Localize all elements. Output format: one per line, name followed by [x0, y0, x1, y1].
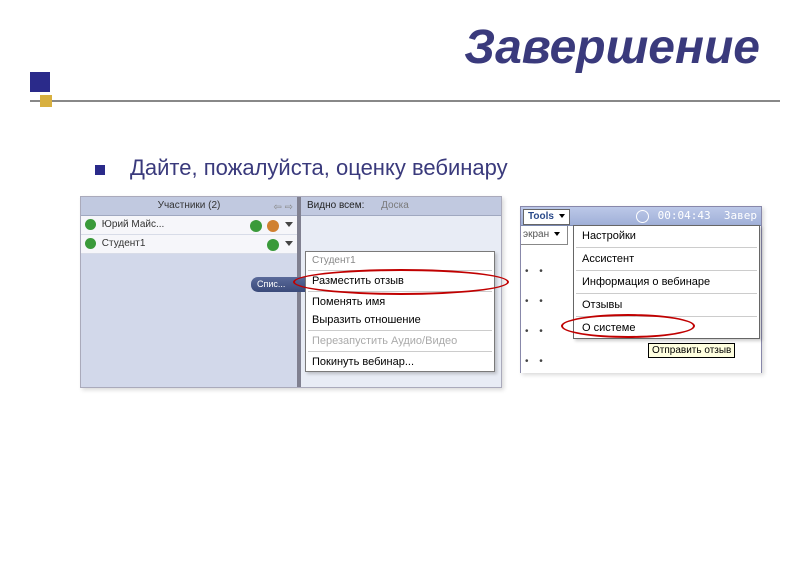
divider-line — [30, 100, 780, 102]
decor-dots: • • — [525, 326, 547, 337]
decor-dots: • • — [525, 356, 547, 367]
tools-item-assistant[interactable]: Ассистент — [574, 249, 759, 269]
menu-separator — [308, 291, 492, 292]
slide-title: Завершение — [464, 20, 760, 75]
status-online-icon — [85, 238, 96, 249]
cam-icon[interactable] — [267, 220, 279, 232]
decor-square-blue — [30, 72, 50, 92]
tools-item-settings[interactable]: Настройки — [574, 226, 759, 246]
mic-icon[interactable] — [250, 220, 262, 232]
list-button[interactable]: Спис... — [251, 277, 313, 292]
screenshot-tools-menu: Tools 00:04:43 Завер экран Настройки Асс… — [520, 206, 762, 373]
decor-dots: • • — [525, 266, 547, 277]
tools-item-about[interactable]: О системе — [574, 318, 759, 338]
row-menu-icon[interactable] — [285, 222, 293, 227]
ctx-item-leave[interactable]: Покинуть вебинар... — [306, 353, 494, 371]
menu-separator — [576, 293, 757, 294]
participant-row[interactable]: Юрий Майс... — [81, 216, 297, 235]
chevron-down-icon — [554, 232, 560, 236]
visible-to-label: Видно всем: — [307, 200, 364, 211]
menu-separator — [576, 316, 757, 317]
tools-dropdown-button[interactable]: Tools — [523, 209, 570, 225]
ctx-item-restart-av: Перезапустить Аудио/Видео — [306, 332, 494, 350]
arrow-right-icon[interactable]: ⇨ — [285, 202, 293, 213]
tools-body: экран Настройки Ассистент Информация о в… — [521, 226, 761, 373]
row-menu-icon[interactable] — [285, 241, 293, 246]
tools-item-webinar-info[interactable]: Информация о вебинаре — [574, 272, 759, 292]
participant-name: Юрий Майс... — [102, 219, 165, 230]
visible-to-value: Доска — [381, 200, 409, 211]
menu-separator — [576, 247, 757, 248]
ctx-item-attitude[interactable]: Выразить отношение — [306, 311, 494, 329]
participants-title: Участники (2) — [158, 200, 221, 211]
screen-label: экран — [523, 229, 549, 240]
screenshot-participants-panel: Участники (2) ⇦ ⇨ Юрий Майс... Студент1 — [80, 196, 502, 388]
clock-icon — [636, 210, 649, 223]
menu-separator — [308, 351, 492, 352]
mic-icon[interactable] — [267, 239, 279, 251]
decor-dots: • • — [525, 296, 547, 307]
menu-separator — [576, 270, 757, 271]
timer-suffix: Завер — [724, 209, 757, 222]
ctx-item-review[interactable]: Разместить отзыв — [306, 272, 494, 290]
nav-arrows[interactable]: ⇦ ⇨ — [273, 199, 293, 217]
bullet-icon — [95, 165, 105, 175]
timer-area: 00:04:43 Завер — [636, 207, 757, 225]
content-header: Видно всем: Доска — [301, 197, 501, 216]
arrow-left-icon[interactable]: ⇦ — [273, 202, 281, 213]
ctx-item-rename[interactable]: Поменять имя — [306, 293, 494, 311]
toolbar: Tools 00:04:43 Завер — [521, 207, 761, 226]
participant-context-menu: Студент1 Разместить отзыв Поменять имя В… — [305, 251, 495, 372]
participant-name: Студент1 — [102, 238, 146, 249]
screen-dropdown[interactable]: экран — [521, 226, 568, 245]
tools-item-reviews[interactable]: Отзывы — [574, 295, 759, 315]
menu-separator — [308, 270, 492, 271]
tooltip-send-review: Отправить отзыв — [648, 343, 735, 358]
decor-square-gold — [40, 95, 52, 107]
list-button-label: Спис... — [257, 279, 285, 289]
chevron-down-icon — [559, 214, 565, 218]
menu-separator — [308, 330, 492, 331]
timer-value: 00:04:43 — [658, 209, 711, 222]
slide-title-wrap: Завершение — [464, 20, 760, 75]
participants-pane: Участники (2) ⇦ ⇨ Юрий Майс... Студент1 — [81, 197, 297, 387]
ctx-menu-title: Студент1 — [306, 252, 494, 269]
tools-menu: Настройки Ассистент Информация о вебинар… — [573, 225, 760, 339]
participant-row[interactable]: Студент1 — [81, 235, 297, 254]
slide-subtitle: Дайте, пожалуйста, оценку вебинару — [130, 155, 508, 181]
tools-label: Tools — [528, 211, 554, 222]
participants-header: Участники (2) ⇦ ⇨ — [81, 197, 297, 216]
status-online-icon — [85, 219, 96, 230]
